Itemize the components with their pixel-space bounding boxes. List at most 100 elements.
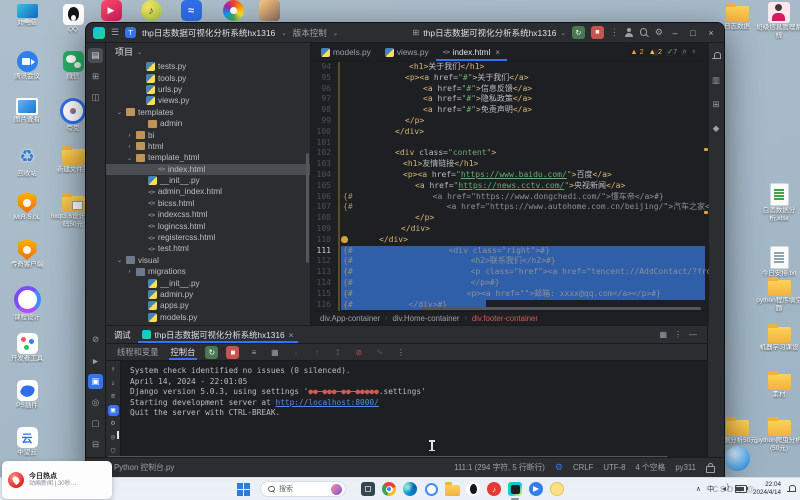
project-tree-scrollbar[interactable] [306, 153, 309, 263]
tree-item-registercss.html[interactable]: <>registercss.html [106, 232, 310, 243]
more-icon[interactable]: ⋮ [394, 346, 407, 359]
scroll-to-top-icon[interactable]: ↑ [108, 364, 119, 375]
tree-item-bi[interactable]: ›bi [106, 129, 310, 140]
services-icon[interactable]: ⊟ [88, 437, 103, 452]
django-icon[interactable]: ⚙ [555, 462, 563, 473]
taskbar-app-edge[interactable] [402, 481, 418, 497]
more-actions-icon[interactable]: ⋮ [610, 27, 619, 38]
desktop-icon-python爬虫分析(50元)[interactable]: python爬虫分析(50元) [756, 416, 800, 453]
desktop-icon-PS插件[interactable]: PS插件 [4, 380, 50, 410]
step-out-icon[interactable]: ↑ [310, 346, 323, 359]
tree-item-admin[interactable]: admin [106, 118, 310, 129]
desktop-icon-wave[interactable]: ≈ [168, 0, 214, 22]
desktop-icon-MIR-5.0L[interactable]: MIR-5.0L [4, 192, 50, 222]
debug-session-tab[interactable]: thp日志数据可视化分析系统hx1316 × [138, 326, 298, 343]
editor-tab-models.py[interactable]: models.py [314, 43, 378, 61]
notifications-icon[interactable] [709, 49, 724, 64]
tree-item-tools.py[interactable]: tools.py [106, 72, 310, 83]
rerun-icon[interactable]: ↻ [205, 346, 218, 359]
tree-collapsed-arrow-icon[interactable]: › [126, 132, 133, 139]
desktop-icon-白酒数据分析.xlsx[interactable]: 白酒数据分析.xlsx [756, 183, 800, 223]
console-settings-icon[interactable]: ⚙ [108, 418, 119, 429]
tree-item-views.py[interactable]: views.py [106, 95, 310, 106]
ime-indicator[interactable]: 中 [707, 484, 714, 494]
line-ending[interactable]: CRLF [573, 463, 593, 472]
editor-tab-views.py[interactable]: views.py [378, 43, 436, 61]
tree-item-html[interactable]: ›html [106, 141, 310, 152]
rerun-debug-button[interactable]: ↻ [572, 26, 585, 39]
tree-item-index.html[interactable]: <>index.html [106, 164, 310, 175]
encoding[interactable]: UTF-8 [603, 463, 625, 472]
notification-bell-icon[interactable] [787, 485, 795, 493]
tree-collapsed-arrow-icon[interactable]: › [126, 268, 133, 275]
tree-item-templates[interactable]: ⌄templates [106, 107, 310, 118]
caret-position[interactable]: 111:1 (294 字符, 5 行断行) [454, 462, 545, 473]
next-problem-icon[interactable]: ∨ [692, 48, 696, 55]
desktop-icon-今日安排.txt[interactable]: 今日安排.txt [756, 246, 800, 278]
tree-expanded-arrow-icon[interactable]: ⌄ [126, 154, 133, 162]
interpreter[interactable]: py311 [675, 463, 696, 472]
run-configuration[interactable]: ⊞ thp日志数据可视化分析系统hx1316 ⌄ [413, 27, 566, 39]
tree-expanded-arrow-icon[interactable]: ⌄ [116, 108, 123, 116]
tree-item-__init__.py[interactable]: __init__.py [106, 175, 310, 186]
stop-button[interactable]: ■ [591, 26, 604, 39]
hide-panel-icon[interactable]: — [689, 330, 697, 339]
breadcrumb-div.App-container[interactable]: div.App-container [320, 314, 380, 323]
view-options-icon[interactable]: ≡ [247, 346, 260, 359]
code-editor[interactable]: 94<h1>关于我们</h1>95<p><a href="#">关于我们</a>… [311, 62, 709, 311]
desktop-icon-中望云[interactable]: 云中望云 [4, 427, 50, 457]
tree-item-logincss.html[interactable]: <>logincss.html [106, 220, 310, 231]
desktop-icon-素材[interactable]: 素材 [756, 370, 800, 399]
indent-setting[interactable]: 4 个空格 [635, 462, 665, 473]
prev-problem-icon[interactable]: ∧ [682, 48, 686, 55]
tree-item-urls.py[interactable]: urls.py [106, 84, 310, 95]
search-everywhere-icon[interactable] [640, 28, 649, 37]
tab-close-icon[interactable]: × [495, 48, 500, 57]
news-widget[interactable]: 今日热点 动画新闻 | 30秒… [2, 461, 112, 499]
plugins-icon[interactable]: ◆ [709, 121, 724, 136]
tree-item-test.html[interactable]: <>test.html [106, 243, 310, 254]
close-button[interactable]: × [705, 28, 717, 38]
console-options-icon[interactable]: ≡ [108, 391, 119, 402]
clear-all-icon[interactable]: ▢ [108, 445, 119, 456]
vcs-chevron-icon[interactable]: ⌄ [333, 29, 338, 37]
python-console-icon[interactable]: ◎ [88, 395, 103, 410]
ai-assistant-icon[interactable]: ⊞ [709, 97, 724, 112]
taskbar-search[interactable]: 搜索 [260, 481, 346, 497]
database-icon[interactable]: ▥ [709, 73, 724, 88]
evaluate-expression-icon[interactable]: ✎ [373, 346, 386, 359]
console-view-icon[interactable]: ▣ [108, 405, 119, 416]
taskbar-app-pycharm[interactable] [507, 481, 523, 497]
tree-item-admin.py[interactable]: admin.py [106, 289, 310, 300]
desktop-icon-此电脑[interactable]: 此电脑 [4, 4, 50, 27]
inspections-widget[interactable]: ▲ 2 ▲ 2 ✓7 ∧ ∨ [626, 46, 700, 57]
desktop-icon-机器学习课设[interactable]: 机器学习课设 [756, 323, 800, 352]
taskbar-app-messenger[interactable] [528, 481, 544, 497]
layout-icon[interactable]: ▦ [268, 346, 281, 359]
tree-item-indexcss.html[interactable]: <>indexcss.html [106, 209, 310, 220]
taskbar-app-music[interactable]: ♪ [486, 481, 502, 497]
breadcrumb-div.footer-container[interactable]: div.footer-container [472, 314, 538, 323]
tree-item-bicss.html[interactable]: <>bicss.html [106, 198, 310, 209]
taskbar-app-lemon-cleaner[interactable] [549, 481, 565, 497]
tree-item-template_html[interactable]: ⌄template_html [106, 152, 310, 163]
volume-icon[interactable] [720, 485, 729, 493]
session-close-icon[interactable]: × [289, 330, 294, 340]
debug-tab-控制台[interactable]: 控制台 [169, 344, 198, 360]
desktop-icon-python程序填空题[interactable]: python程序填空题 [756, 276, 800, 313]
project-chevron-icon[interactable]: ⌄ [281, 29, 286, 37]
project-panel-header[interactable]: 项目 ⌄ [106, 43, 310, 60]
debug-icon[interactable]: ▣ [88, 374, 103, 389]
mute-breakpoints-icon[interactable]: ⊘ [352, 346, 365, 359]
run-icon[interactable]: ► [88, 353, 103, 368]
desktop-icon-图片查看[interactable]: 图片查看 [4, 98, 50, 124]
structure-icon[interactable]: ⊞ [88, 69, 103, 84]
layout-settings-icon[interactable]: ▦ [659, 330, 667, 339]
breadcrumb-div.Home-container[interactable]: div.Home-container [392, 314, 459, 323]
desktop-icon-回收站[interactable]: ♻回收站 [4, 145, 50, 178]
maximize-button[interactable]: □ [687, 28, 699, 38]
scroll-to-bottom-icon[interactable]: ↓ [108, 378, 119, 389]
tree-item-admin_index.html[interactable]: <>admin_index.html [106, 186, 310, 197]
editor-tab-index.html[interactable]: <>index.html× [436, 43, 507, 61]
project-name[interactable]: thp日志数据可视化分析系统hx1316 [142, 27, 275, 39]
